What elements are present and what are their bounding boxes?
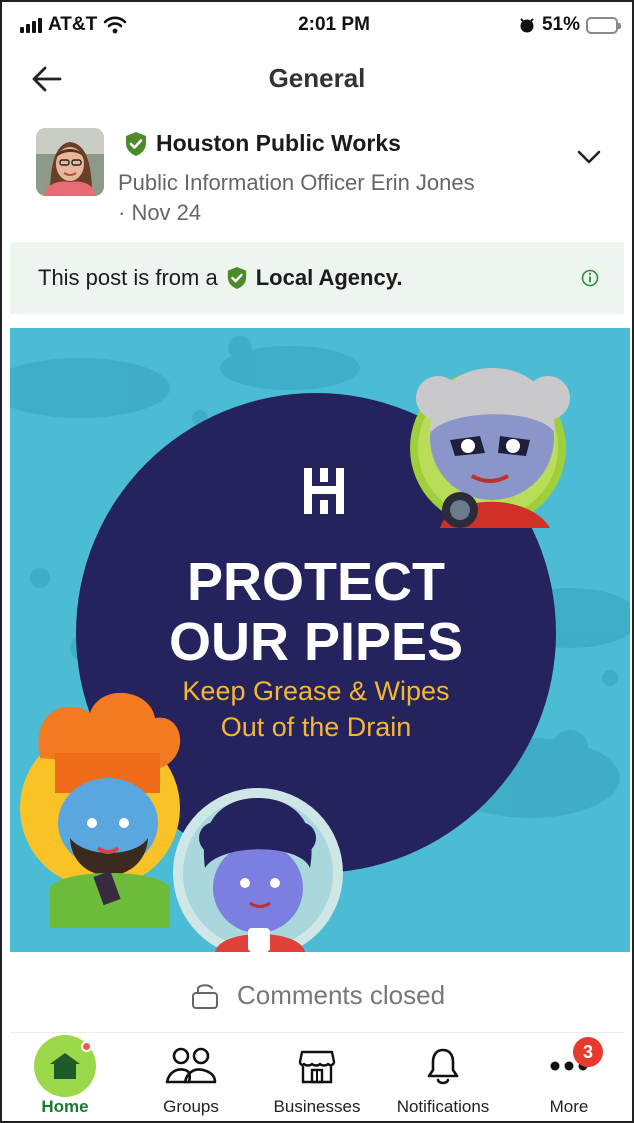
- post-author: Houston Public Works Public Information …: [36, 120, 612, 230]
- nav-header: General: [2, 50, 632, 106]
- tab-label: Businesses: [273, 1097, 361, 1116]
- author-subtitle: Public Information Officer Erin Jones · …: [118, 168, 558, 228]
- signal-icon: [20, 17, 42, 33]
- comments-closed: Comments closed: [2, 970, 632, 1020]
- comments-closed-label: Comments closed: [236, 979, 446, 1010]
- battery-icon: [586, 16, 621, 34]
- info-icon[interactable]: [580, 268, 600, 288]
- poster-line-2: OUR PIPES: [169, 612, 463, 672]
- bottom-tab-bar: Home Groups Businesses Notifications 3 M…: [2, 1033, 632, 1121]
- storefront-icon: [298, 1050, 336, 1084]
- carrier-label: AT&T: [48, 14, 98, 35]
- home-icon: [50, 1053, 80, 1079]
- tab-home[interactable]: Home: [2, 1033, 128, 1121]
- notification-badge: 3: [573, 1037, 603, 1067]
- tab-notifications[interactable]: Notifications: [380, 1033, 506, 1121]
- post-date: · Nov 24: [118, 200, 202, 225]
- wifi-icon: [103, 16, 127, 34]
- author-role: Public Information Officer Erin Jones: [118, 170, 475, 195]
- app-screen: AT&T 2:01 PM 51% General Houston Public …: [0, 0, 634, 1123]
- groups-icon: [165, 1047, 217, 1084]
- page-title: General: [268, 62, 366, 93]
- avatar[interactable]: [36, 128, 104, 196]
- poster-line-4: Out of the Drain: [221, 712, 412, 742]
- houston-logo-icon: [304, 468, 344, 514]
- agency-banner-text: This post is from a: [38, 265, 218, 290]
- tab-label: Home: [41, 1097, 89, 1116]
- agency-label: Local Agency.: [255, 265, 403, 290]
- bell-icon: [427, 1048, 459, 1085]
- tab-groups[interactable]: Groups: [128, 1033, 254, 1121]
- alarm-icon: [520, 18, 534, 33]
- green-shield-check-icon: [126, 131, 146, 156]
- chevron-down-icon[interactable]: [574, 142, 604, 172]
- arrow-left-icon[interactable]: [30, 62, 64, 96]
- status-bar: AT&T 2:01 PM 51%: [2, 2, 632, 48]
- kid-illustration: [173, 788, 343, 952]
- post-image[interactable]: PROTECT OUR PIPES Keep Grease & Wipes Ou…: [10, 328, 630, 952]
- agency-banner: This post is from a Local Agency.: [10, 242, 624, 314]
- clock: 2:01 PM: [298, 14, 370, 35]
- tab-label: More: [549, 1097, 589, 1116]
- poster-line-1: PROTECT: [187, 552, 445, 612]
- lock-icon: [191, 984, 218, 1009]
- battery-percent: 51%: [541, 14, 580, 35]
- notification-dot: [81, 1041, 92, 1052]
- tab-businesses[interactable]: Businesses: [254, 1033, 380, 1121]
- author-name[interactable]: Houston Public Works: [156, 130, 401, 157]
- green-shield-check-icon: [227, 267, 246, 289]
- tab-label: Groups: [163, 1097, 219, 1116]
- tab-label: Notifications: [396, 1097, 490, 1116]
- poster-line-3: Keep Grease & Wipes: [182, 676, 449, 706]
- tab-more[interactable]: 3 More: [506, 1033, 632, 1121]
